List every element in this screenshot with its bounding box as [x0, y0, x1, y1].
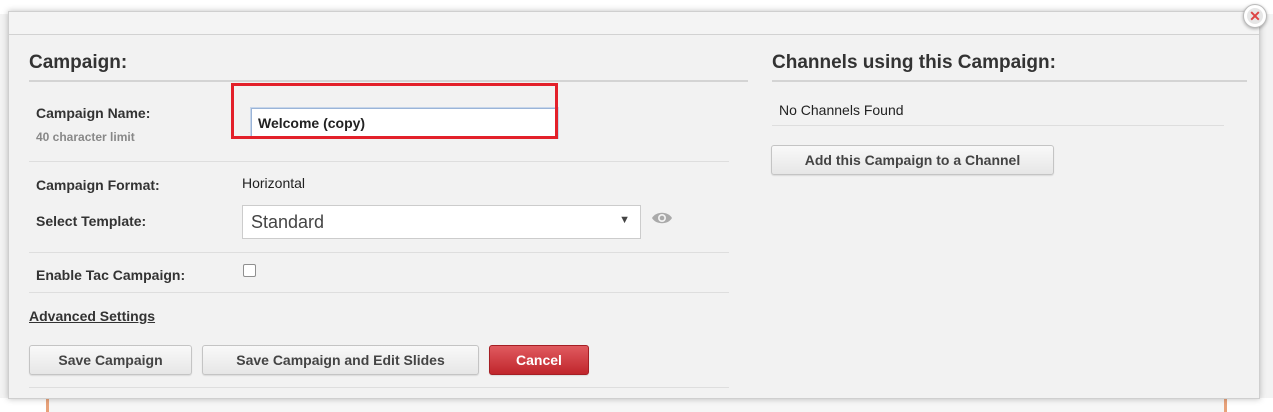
row-divider — [29, 387, 729, 388]
cancel-button[interactable]: Cancel — [489, 345, 589, 375]
select-template-label: Select Template: — [36, 213, 147, 229]
close-dialog-button[interactable]: ✕ — [1243, 4, 1267, 28]
campaign-title-divider — [29, 80, 748, 82]
row-divider — [29, 252, 729, 253]
background-page-content — [0, 398, 1273, 412]
campaign-name-hint: 40 character limit — [36, 130, 135, 144]
campaign-name-label: Campaign Name: — [36, 105, 151, 121]
background-panel — [46, 398, 1227, 412]
campaign-format-value: Horizontal — [242, 175, 306, 191]
row-divider — [29, 292, 729, 293]
row-divider — [29, 161, 729, 162]
dialog-titlebar — [9, 12, 1259, 35]
advanced-settings-link[interactable]: Advanced Settings — [29, 308, 155, 324]
channels-section-title: Channels using this Campaign: — [772, 52, 1056, 73]
row-divider — [772, 125, 1224, 126]
template-select[interactable]: Standard ▼ — [242, 205, 641, 239]
no-channels-text: No Channels Found — [779, 102, 904, 118]
template-select-value: Standard — [251, 212, 325, 232]
dropdown-arrow-icon: ▼ — [619, 214, 630, 226]
close-x-icon: ✕ — [1247, 8, 1263, 24]
channels-title-divider — [772, 80, 1247, 82]
edit-campaign-dialog: Campaign: Campaign Name: 40 character li… — [8, 11, 1260, 399]
eye-icon[interactable] — [651, 209, 673, 227]
highlight-box — [231, 83, 558, 139]
add-to-channel-button[interactable]: Add this Campaign to a Channel — [771, 145, 1054, 175]
campaign-format-label: Campaign Format: — [36, 177, 160, 193]
tac-campaign-label: Enable Tac Campaign: — [36, 267, 186, 283]
tac-campaign-checkbox[interactable] — [243, 264, 256, 277]
save-campaign-button[interactable]: Save Campaign — [29, 345, 192, 375]
save-and-edit-slides-button[interactable]: Save Campaign and Edit Slides — [202, 345, 479, 375]
campaign-section-title: Campaign: — [29, 52, 128, 73]
